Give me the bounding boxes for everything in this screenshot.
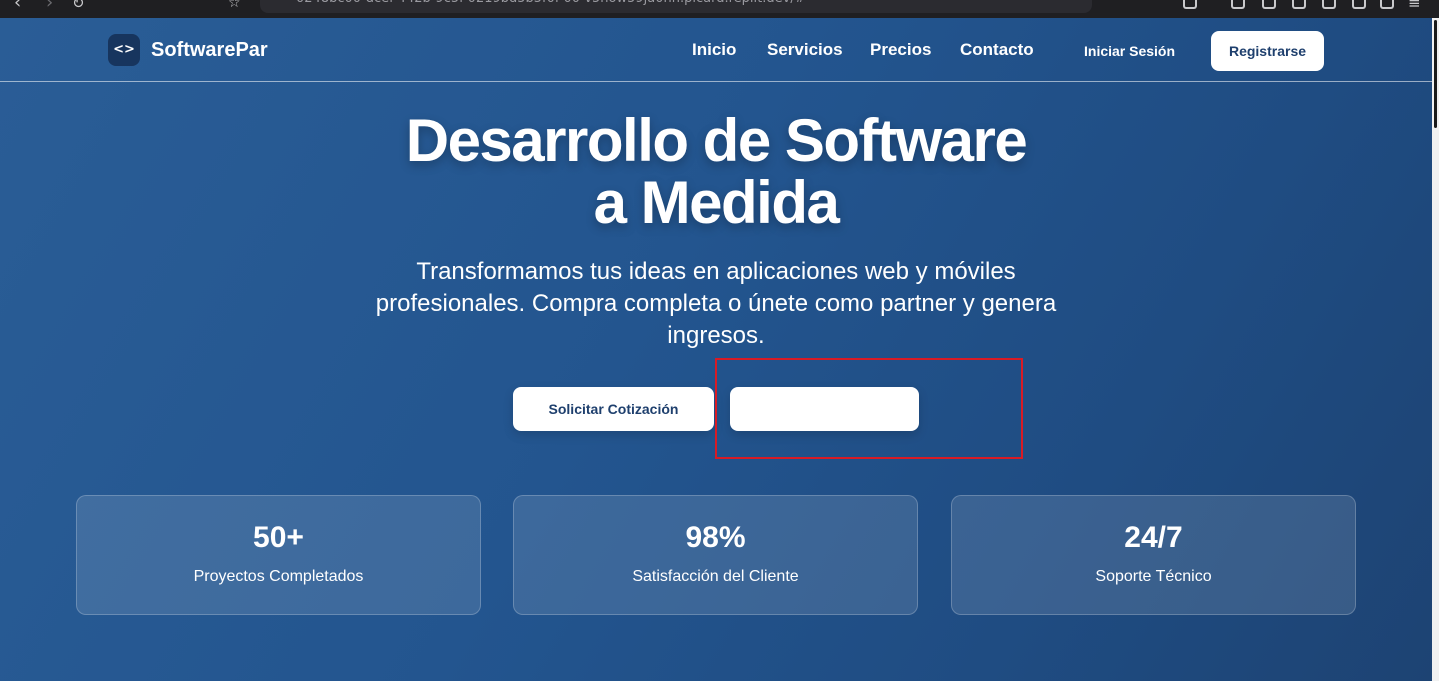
annotation-highlight-box bbox=[715, 358, 1023, 459]
menu-icon[interactable]: ≡ bbox=[1408, 0, 1421, 12]
browser-toolbar: ‹ › ↻ ☆ 0248bc00-dcef-442b-9c5f-0219bd5b… bbox=[0, 0, 1439, 18]
code-logo-icon[interactable]: <> bbox=[108, 34, 140, 66]
shield-icon[interactable] bbox=[1380, 0, 1394, 9]
register-button[interactable]: Registrarse bbox=[1211, 31, 1324, 71]
stat-card-satisfaction: 98% Satisfacción del Cliente bbox=[513, 495, 918, 615]
address-bar[interactable]: 0248bc00-dcef-442b-9c5f-0219bd5b5f0f-00-… bbox=[260, 0, 1092, 13]
hero-title-line1: Desarrollo de Software bbox=[405, 107, 1028, 174]
scrollbar-thumb[interactable] bbox=[1434, 20, 1437, 128]
site-navbar: <> SoftwarePar Inicio Servicios Precios … bbox=[0, 18, 1432, 82]
nav-link-precios[interactable]: Precios bbox=[870, 39, 931, 61]
login-link[interactable]: Iniciar Sesión bbox=[1084, 41, 1175, 61]
brand-name[interactable]: SoftwarePar bbox=[151, 37, 268, 63]
stat-card-projects: 50+ Proyectos Completados bbox=[76, 495, 481, 615]
hero-section: <> SoftwarePar Inicio Servicios Precios … bbox=[0, 18, 1432, 681]
search-icon[interactable] bbox=[1183, 0, 1197, 9]
request-quote-button[interactable]: Solicitar Cotización bbox=[513, 387, 714, 431]
stat-value: 24/7 bbox=[1124, 521, 1183, 554]
nav-link-contacto[interactable]: Contacto bbox=[960, 39, 1034, 61]
back-icon[interactable]: ‹ bbox=[14, 0, 21, 12]
bookmark-star-icon[interactable]: ☆ bbox=[228, 0, 241, 12]
page-bottom-edge bbox=[0, 681, 1439, 695]
download-icon[interactable] bbox=[1231, 0, 1245, 9]
hero-subtitle: Transformamos tus ideas en aplicaciones … bbox=[375, 258, 1057, 349]
nav-link-inicio[interactable]: Inicio bbox=[692, 39, 736, 61]
forward-icon[interactable]: › bbox=[46, 0, 53, 12]
stat-value: 50+ bbox=[253, 521, 304, 554]
wallet-icon[interactable] bbox=[1322, 0, 1336, 9]
sidebar-icon[interactable] bbox=[1292, 0, 1306, 9]
profile-icon[interactable] bbox=[1352, 0, 1366, 9]
stat-label: Proyectos Completados bbox=[193, 568, 364, 585]
hero-title: Desarrollo de Software a Medida bbox=[316, 110, 1116, 234]
nav-link-servicios[interactable]: Servicios bbox=[767, 39, 843, 61]
stat-label: Satisfacción del Cliente bbox=[632, 568, 799, 585]
extensions-icon[interactable] bbox=[1262, 0, 1276, 9]
stat-card-support: 24/7 Soporte Técnico bbox=[951, 495, 1356, 615]
reload-icon[interactable]: ↻ bbox=[72, 0, 85, 12]
stat-label: Soporte Técnico bbox=[1095, 568, 1212, 585]
stat-value: 98% bbox=[685, 521, 746, 554]
hero-title-line2: a Medida bbox=[593, 169, 840, 236]
